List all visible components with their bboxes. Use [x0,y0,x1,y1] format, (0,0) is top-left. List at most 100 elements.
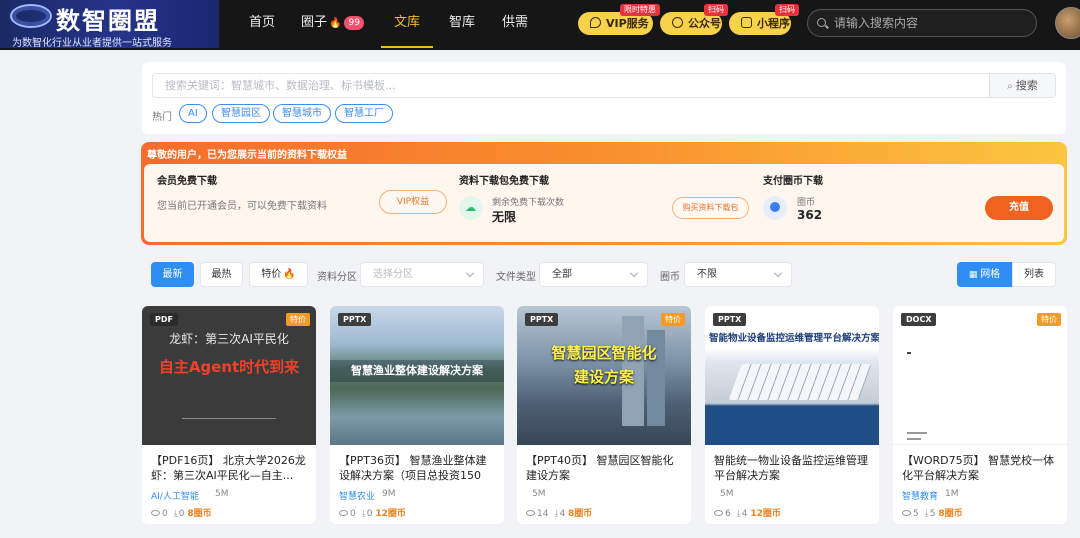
special-price-tag: 特价 [661,313,685,326]
document-stats: 6 ⤓4 12圈币 [714,506,781,519]
thumbnail-line-1: 龙虾：第三次AI平民化 [169,332,289,346]
library-search-input[interactable]: 搜索关键词：智慧城市、数据治理、标书模板... ⌕ 搜索 [152,73,1056,98]
document-card[interactable]: 龙虾：第三次AI平民化 自主Agent时代到来 PDF 特价 【PDF16页】 … [142,306,316,524]
document-category[interactable]: AI/人工智能 [151,489,199,502]
document-size: 1M [945,489,959,499]
eye-icon [339,510,348,516]
special-price-tag: 特价 [286,313,310,326]
document-title[interactable]: 【PDF16页】 北京大学2026龙虾：第三次AI平民化—自主... [151,453,309,483]
mini-program-button[interactable]: 小程序 扫码 [729,4,799,35]
category-select[interactable]: 选择分区 [360,262,484,287]
download-count: 4 [741,509,748,519]
document-size: 9M [382,489,396,499]
nav-think-tank[interactable]: 智库 [449,0,475,48]
buy-download-package-button[interactable]: 购买资料下载包 [672,197,749,219]
document-thumbnail: 龙虾：第三次AI平民化 自主Agent时代到来 [142,306,316,445]
sort-special-label: 特价 [261,269,282,280]
coin-filter-label: 圈币 [660,272,680,283]
nav-home-label: 首页 [249,15,276,30]
thumbnail-line-1: 智能物业设备监控运维管理平台解决方案 [709,333,879,344]
coin-price: 8圈币 [187,509,212,519]
category-label: 资料分区 [317,272,357,283]
document-card[interactable]: 智慧园区智能化 建设方案 PPTX 特价 【PPT40页】 智慧园区智能化建设方… [517,306,691,524]
vip-service-button[interactable]: VIP服务 限时特惠 [578,4,660,35]
eye-icon [902,510,911,516]
document-card[interactable]: 智慧渔业整体建设解决方案 PPTX 【PPT36页】 智慧渔业整体建设解决方案（… [330,306,504,524]
hot-tag-ai[interactable]: AI [179,104,207,123]
coin-price: 8圈币 [568,509,593,519]
document-card[interactable]: 智能物业设备监控运维管理平台解决方案 PPTX 智能统一物业设备监控运维管理平台… [705,306,879,524]
sort-special-button[interactable]: 特价 🔥 [249,262,308,287]
nav-circle[interactable]: 圈子 🔥 99 [301,0,364,48]
document-stats: 14 ⤓4 8圈币 [526,506,592,519]
top-navigation-bar: 数智圈盟 为数智化行业从业者提供一站式服务 首页 圈子 🔥 99 文库 智库 供需 … [0,0,1080,50]
location-pin-icon [590,17,601,28]
document-size: 5M [532,489,546,499]
coin-price: 12圈币 [750,509,781,519]
wechat-icon [672,17,683,28]
grid-view-label: 网格 [980,269,1001,280]
coin-balance-value: 362 [797,208,823,222]
remaining-downloads-value: 无限 [492,210,517,224]
search-icon: ⌕ [1007,81,1016,92]
logo-subtitle: 为数智化行业从业者提供一站式服务 [12,38,172,48]
hot-tag-smart-park[interactable]: 智慧园区 [212,104,270,123]
thumbnail-line-1: 智慧园区智能化 [551,344,657,362]
grid-view-button[interactable]: ▦ 网格 [957,262,1012,287]
header-search-input[interactable]: 请输入搜索内容 [807,9,1037,37]
header-search-placeholder: 请输入搜索内容 [834,16,919,30]
document-title[interactable]: 【PPT40页】 智慧园区智能化建设方案 [526,453,684,483]
member-free-download-title: 会员免费下载 [157,176,217,187]
fire-icon: 🔥 [283,269,296,280]
nav-library[interactable]: 文库 [381,0,433,48]
grid-icon: ▦ [968,270,981,280]
download-count: 4 [559,509,566,519]
filetype-select[interactable]: 全部 [539,262,648,287]
document-card[interactable]: DOCX 特价 【WORD75页】 智慧党校一体化平台解决方案 智慧教育 1M … [893,306,1067,524]
document-title[interactable]: 【WORD75页】 智慧党校一体化平台解决方案 [902,453,1060,483]
coin-icon [763,196,787,220]
thumbnail-line-2: 自主Agent时代到来 [158,358,300,376]
mini-program-label: 小程序 [757,17,790,30]
download-icon: ⤓ [554,509,559,519]
vip-promo-tag: 限时特惠 [620,4,660,16]
coin-filter-select[interactable]: 不限 [684,262,792,287]
document-title[interactable]: 智能统一物业设备监控运维管理平台解决方案 [714,453,872,483]
search-icon [817,18,826,27]
file-type-tag: PDF [150,313,178,326]
file-type-tag: DOCX [901,313,937,326]
recharge-button[interactable]: 充值 [985,196,1053,220]
nav-circle-label: 圈子 [301,15,328,30]
official-account-button[interactable]: 公众号 扫码 [660,4,728,35]
benefit-header: 尊敬的用户，已为您展示当前的资料下载权益 [147,150,347,161]
view-count: 14 [537,509,549,519]
sort-latest-button[interactable]: 最新 [151,262,194,287]
file-type-tag: PPTX [338,313,372,326]
logo-mark-icon [10,4,52,28]
hot-tag-smart-city[interactable]: 智慧城市 [273,104,331,123]
document-stats: 0 ⤓0 12圈币 [339,506,406,519]
library-search-placeholder: 搜索关键词：智慧城市、数据治理、标书模板... [165,79,396,92]
avatar[interactable] [1055,7,1080,39]
list-view-button[interactable]: 列表 [1012,262,1056,287]
hot-tag-smart-factory[interactable]: 智慧工厂 [335,104,393,123]
download-icon: ⤓ [924,509,929,519]
coin-price: 12圈币 [375,509,406,519]
member-status-text: 您当前已开通会员，可以免费下载资料 [157,201,327,212]
document-category[interactable]: 智慧教育 [902,489,938,502]
download-package-icon: ☁ [459,196,483,220]
document-category[interactable]: 智慧农业 [339,489,375,502]
document-title[interactable]: 【PPT36页】 智慧渔业整体建设解决方案（项目总投资150万） [339,453,497,483]
library-search-button[interactable]: ⌕ 搜索 [989,74,1055,97]
site-logo[interactable]: 数智圈盟 为数智化行业从业者提供一站式服务 [0,0,219,48]
eye-icon [151,510,160,516]
download-count: 5 [929,509,936,519]
vip-benefits-button[interactable]: VIP权益 [379,190,447,214]
official-account-scan-tag: 扫码 [704,4,728,16]
nav-home[interactable]: 首页 [249,0,275,48]
file-type-tag: PPTX [525,313,559,326]
document-thumbnail: 智慧园区智能化 建设方案 [517,306,691,445]
sort-hottest-button[interactable]: 最热 [200,262,243,287]
phone-icon [741,17,752,28]
nav-supply-demand[interactable]: 供需 [502,0,528,48]
